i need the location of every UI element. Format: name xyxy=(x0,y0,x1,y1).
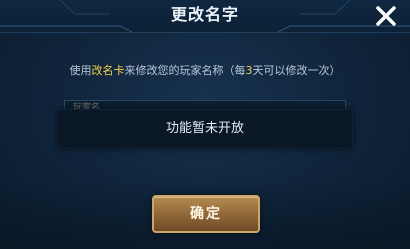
confirm-button[interactable]: 确定 xyxy=(152,195,260,233)
days-highlight: 3 xyxy=(245,64,253,77)
rename-dialog: 更改名字 使用改名卡来修改您的玩家名称（每3天可以修改一次） 功能暂未开放 确定 xyxy=(0,0,410,249)
dialog-header: 更改名字 xyxy=(0,0,410,33)
close-button[interactable] xyxy=(374,4,398,28)
instruction-prefix: 使用 xyxy=(69,64,92,77)
rename-card-highlight: 改名卡 xyxy=(91,64,125,77)
instruction-text: 使用改名卡来修改您的玩家名称（每3天可以修改一次） xyxy=(0,62,410,78)
instruction-suffix: 天可以修改一次） xyxy=(252,64,341,77)
instruction-middle: 来修改您的玩家名称（每 xyxy=(124,64,246,77)
close-icon xyxy=(376,6,396,26)
feature-unavailable-notice: 功能暂未开放 xyxy=(57,109,353,149)
dialog-title: 更改名字 xyxy=(170,5,239,24)
